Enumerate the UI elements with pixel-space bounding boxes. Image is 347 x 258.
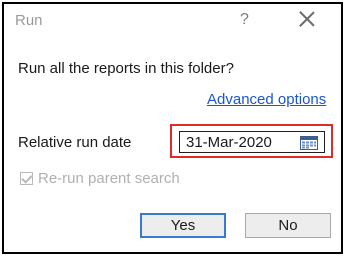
relative-run-date-label: Relative run date (18, 134, 132, 151)
no-button[interactable]: No (245, 213, 331, 238)
rerun-parent-search-label: Re-run parent search (38, 170, 180, 187)
relative-run-date-input[interactable]: 31-Mar-2020 (179, 131, 325, 153)
run-question-text: Run all the reports in this folder? (18, 60, 234, 77)
help-button[interactable]: ? (240, 11, 249, 29)
advanced-options-link[interactable]: Advanced options (207, 91, 326, 108)
calendar-icon[interactable] (300, 136, 318, 150)
date-highlight-frame: 31-Mar-2020 (170, 124, 333, 158)
run-dialog: Run ? Run all the reports in this folder… (2, 2, 343, 254)
rerun-parent-search-checkbox (20, 172, 33, 185)
date-value: 31-Mar-2020 (186, 134, 272, 151)
dialog-title: Run (15, 12, 43, 29)
yes-button[interactable]: Yes (140, 213, 226, 238)
title-bar: Run ? (4, 4, 341, 40)
close-icon[interactable] (298, 10, 316, 28)
